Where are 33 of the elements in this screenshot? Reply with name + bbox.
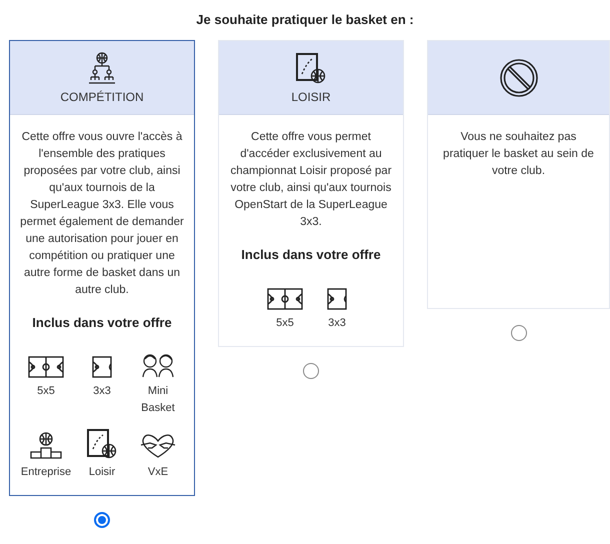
offer-description: Cette offre vous permet d'accéder exclusivement au championnat Loisir proposé par votre club, ainsi qu'aux tournois OpenStart de la SuperLeague 3x3.: [229, 130, 393, 230]
practice-label: Mini Basket: [140, 384, 176, 416]
question-title: Je souhaite pratiquer le basket en :: [195, 11, 415, 29]
offer-description: Vous ne souhaitez pas pratiquer le basket au sein de votre club.: [442, 130, 595, 179]
tournament-bracket-icon: [88, 52, 116, 84]
offer-card[interactable]: Vous ne souhaitez pas pratiquer le basket au sein de votre club.: [427, 40, 610, 309]
offer-card[interactable]: LOISIR Cette offre vous permet d'accéder exclusivement au championnat Loisir proposé par votre club, ainsi qu'aux tournois OpenStart de la SuperLeague 3x3. Inclus dans votre offre 5x5 3x3: [218, 40, 404, 347]
court-icon: [28, 356, 64, 378]
prohibited-icon: [498, 58, 538, 98]
offer-title: COMPÉTITION: [60, 90, 144, 104]
tactic-board-icon: [296, 52, 326, 84]
podium-ball-icon: [29, 431, 63, 459]
radio-button[interactable]: [94, 512, 110, 528]
children-icon: [140, 352, 176, 378]
half-court-icon: [92, 356, 112, 378]
practice-label: Entreprise: [20, 465, 72, 480]
practice-label: 3x3: [93, 384, 111, 399]
radio-button[interactable]: [303, 363, 319, 379]
offer-description: Cette offre vous ouvre l'accès à l'ensemble des pratiques proposées par votre club, ainsi qu'aux tournois de la SuperLeague 3x3. Elle vous permet également de demander une autorisation pour jouer en compétition ou pratiquer une autre forme de basket dans un autre club.: [20, 130, 184, 298]
practice-label: 5x5: [37, 384, 55, 399]
heart-hands-icon: [140, 433, 176, 459]
practice-label: Loisir: [88, 465, 116, 480]
radio-button[interactable]: [510, 325, 526, 341]
included-heading: Inclus dans votre offre: [241, 247, 381, 262]
included-heading: Inclus dans votre offre: [32, 315, 172, 330]
offer-card[interactable]: [9, 40, 195, 496]
offer-title: LOISIR: [291, 90, 331, 104]
practice-label: VxE: [148, 465, 168, 480]
tactic-board-icon: [87, 429, 117, 459]
half-court-icon: [327, 288, 347, 310]
practice-label: 3x3: [328, 316, 346, 331]
court-icon: [267, 288, 303, 310]
practice-label: 5x5: [276, 316, 294, 331]
